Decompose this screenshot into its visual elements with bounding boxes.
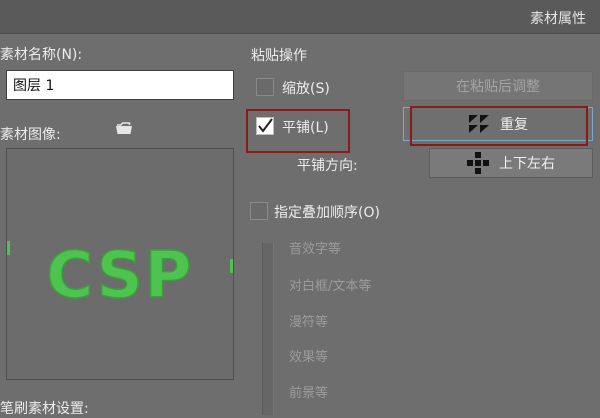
brush-material-settings-label: 笔刷素材设置:	[0, 401, 89, 417]
adjust-after-paste-label: 在粘贴后调整	[456, 79, 540, 95]
preview-graphic: CSP	[7, 238, 233, 314]
tile-highlight-box	[246, 109, 350, 153]
order-item: 对白框/文本等	[289, 279, 372, 294]
material-image-preview: CSP	[6, 148, 234, 380]
scale-checkbox[interactable]	[256, 78, 274, 96]
window-title: 素材属性	[530, 11, 586, 27]
preview-text: CSP	[46, 239, 193, 313]
tile-direction-button[interactable]: 上下左右	[429, 148, 593, 178]
order-item: 漫符等	[289, 315, 329, 330]
scale-label: 缩放(S)	[282, 81, 330, 97]
specify-order-checkbox[interactable]	[250, 202, 268, 220]
tile-direction-value: 上下左右	[499, 156, 555, 172]
order-item: 效果等	[289, 350, 329, 365]
open-folder-icon[interactable]	[115, 120, 133, 136]
title-bar: 素材属性	[0, 0, 600, 34]
order-item: 前景等	[289, 386, 329, 401]
material-name-input[interactable]	[7, 71, 233, 99]
material-image-label: 素材图像:	[0, 127, 61, 143]
specify-order-label: 指定叠加顺序(O)	[274, 205, 380, 221]
order-slider-track	[262, 243, 274, 415]
order-item: 音效字等	[289, 242, 342, 257]
material-name-label: 素材名称(N):	[0, 47, 83, 63]
material-name-field[interactable]	[6, 70, 234, 100]
four-direction-icon	[467, 152, 489, 174]
tile-direction-label: 平铺方向:	[297, 158, 358, 174]
repeat-highlight-box	[410, 106, 588, 146]
paste-operation-label: 粘贴操作	[251, 48, 307, 64]
adjust-after-paste-button[interactable]: 在粘贴后调整	[403, 71, 593, 101]
